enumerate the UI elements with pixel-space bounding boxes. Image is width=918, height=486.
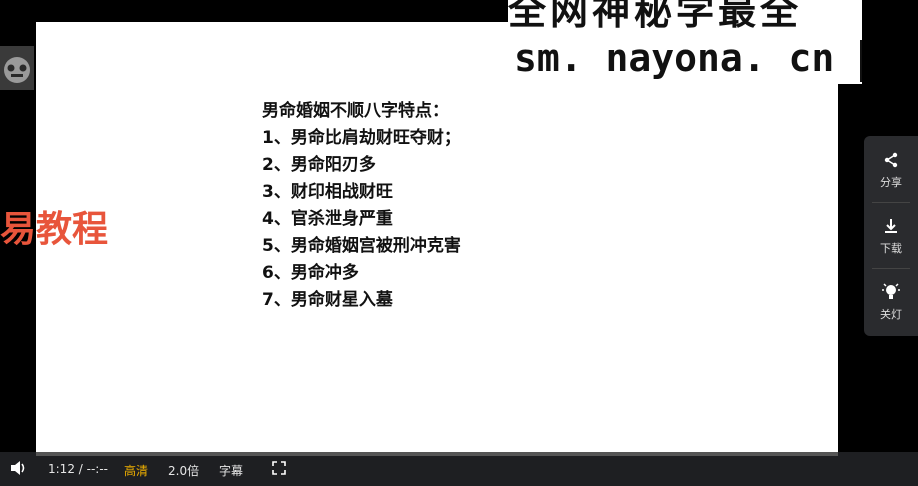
share-label: 分享 — [880, 176, 902, 189]
watermark-overlay: 全网神秘学最全 sm. nayona. cn — [508, 0, 862, 84]
speed-button[interactable]: 2.0倍 — [168, 462, 199, 479]
list-item: 3、财印相战财旺 — [262, 182, 393, 202]
list-item: 6、男命冲多 — [262, 263, 359, 283]
quality-button[interactable]: 高清 — [124, 462, 148, 479]
progress-bar[interactable] — [36, 452, 838, 456]
top-bar — [0, 0, 508, 14]
list-item: 5、男命婚姻宫被刑冲克害 — [262, 236, 461, 256]
fullscreen-button[interactable] — [272, 461, 286, 478]
watermark-title: 全网神秘学最全 — [508, 0, 803, 33]
lightbulb-icon — [882, 283, 900, 299]
share-button[interactable]: 分享 — [864, 136, 918, 200]
list-item: 7、男命财星入墓 — [262, 290, 393, 310]
brand-text: 易教程 — [0, 209, 109, 250]
slide-title: 男命婚姻不顺八字特点： — [262, 101, 449, 121]
list-item: 1、男命比肩劫财旺夺财； — [262, 128, 461, 148]
list-item: 4、官杀泄身严重 — [262, 209, 393, 229]
panda-logo-icon — [0, 46, 34, 90]
subtitle-button[interactable]: 字幕 — [219, 462, 243, 479]
lights-off-label: 关灯 — [880, 308, 902, 321]
text-caret — [860, 40, 862, 82]
fullscreen-icon — [272, 461, 286, 475]
download-label: 下载 — [880, 242, 902, 255]
slide-content: 男命婚姻不顺八字特点： 1、男命比肩劫财旺夺财； 2、男命阳刃多 3、财印相战财… — [262, 98, 461, 314]
time-display: 1:12 / --:-- — [48, 462, 108, 476]
watermark-url: sm. nayona. cn — [514, 36, 835, 80]
volume-button[interactable] — [10, 460, 28, 479]
list-item: 2、男命阳刃多 — [262, 155, 376, 175]
download-button[interactable]: 下载 — [864, 202, 918, 266]
brand-watermark: 易教程 — [0, 196, 120, 256]
side-panel: 分享 下载 关灯 — [864, 136, 918, 336]
lights-off-button[interactable]: 关灯 — [864, 268, 918, 332]
share-icon — [884, 152, 898, 168]
download-icon — [885, 219, 897, 233]
volume-icon — [11, 461, 25, 475]
